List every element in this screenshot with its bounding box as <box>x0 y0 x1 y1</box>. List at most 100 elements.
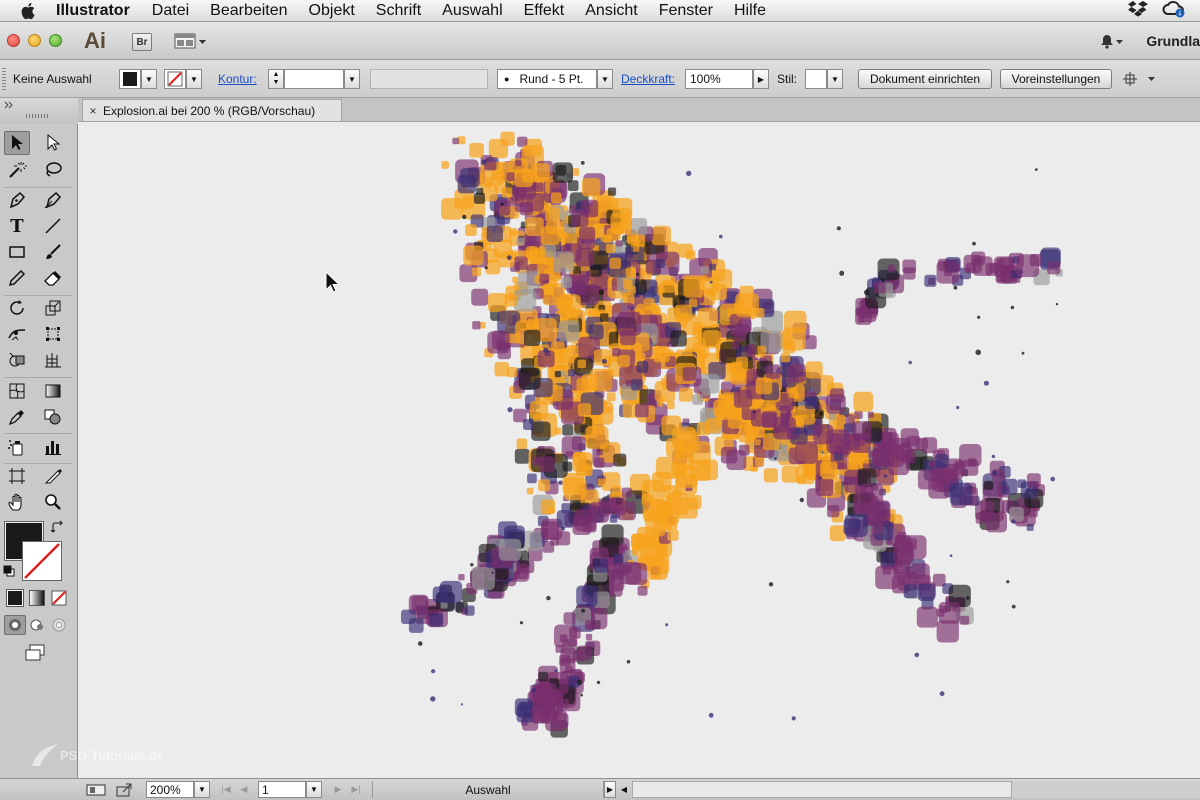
stroke-panel-link[interactable]: Kontur: <box>218 69 257 89</box>
horizontal-scrollbar-thumb[interactable] <box>632 781 1012 798</box>
direct-selection-tool[interactable] <box>40 131 66 155</box>
free-transform-tool[interactable] <box>40 322 66 346</box>
gradient-tool[interactable] <box>40 379 66 403</box>
artwork-dot <box>576 679 583 686</box>
tools-panel-handle[interactable] <box>0 98 78 124</box>
artwork-square <box>499 538 522 561</box>
eyedropper-tool[interactable] <box>4 405 30 429</box>
mesh-tool[interactable] <box>4 379 30 403</box>
notification-bell-button[interactable] <box>1098 32 1124 50</box>
window-zoom-button[interactable] <box>49 34 62 47</box>
next-artboard-button[interactable]: ▶ <box>330 781 346 798</box>
pencil-tool[interactable] <box>4 266 30 290</box>
creative-cloud-icon[interactable]: ↓ <box>1162 0 1186 22</box>
none-mode-button[interactable] <box>48 588 70 608</box>
control-bar-grip[interactable] <box>2 68 6 90</box>
fill-dropdown[interactable]: ▼ <box>141 69 157 89</box>
default-colors-button[interactable] <box>3 564 15 577</box>
document-tab[interactable]: × Explosion.ai bei 200 % (RGB/Vorschau) <box>82 99 342 121</box>
lasso-tool[interactable] <box>40 158 66 182</box>
gradient-mode-button[interactable] <box>26 588 48 608</box>
graphic-style-swatch[interactable] <box>805 69 827 89</box>
brush-definition-dropdown[interactable]: ▼ <box>597 69 613 89</box>
view-mode-button[interactable] <box>86 781 110 798</box>
variable-width-profile-dropdown[interactable] <box>370 69 488 89</box>
width-tool[interactable] <box>4 322 30 346</box>
menu-hilfe[interactable]: Hilfe <box>734 2 766 20</box>
menu-ansicht[interactable]: Ansicht <box>585 2 637 20</box>
pen-tool[interactable] <box>4 188 30 212</box>
first-artboard-button[interactable]: |◀ <box>218 781 234 798</box>
horizontal-scrollbar-track[interactable] <box>1012 781 1200 798</box>
previous-artboard-button[interactable]: ◀ <box>236 781 252 798</box>
menu-fenster[interactable]: Fenster <box>659 2 713 20</box>
preferences-button[interactable]: Voreinstellungen <box>1000 69 1112 89</box>
scroll-left-button[interactable]: ◀ <box>618 781 630 798</box>
artboard-canvas[interactable] <box>78 122 1200 778</box>
stroke-weight-input[interactable] <box>284 69 344 89</box>
paintbrush-tool[interactable] <box>40 240 66 264</box>
stroke-weight-dropdown[interactable]: ▼ <box>344 69 360 89</box>
magic-wand-tool[interactable] <box>4 158 30 182</box>
close-tab-icon[interactable]: × <box>83 104 103 118</box>
zoom-level-input[interactable]: 200% <box>146 781 194 798</box>
apple-icon[interactable] <box>16 2 42 20</box>
dropbox-icon[interactable] <box>1128 0 1148 22</box>
color-mode-button[interactable] <box>4 588 26 608</box>
shape-builder-tool[interactable] <box>4 348 30 372</box>
menu-auswahl[interactable]: Auswahl <box>442 2 502 20</box>
menu-objekt[interactable]: Objekt <box>309 2 355 20</box>
column-graph-tool[interactable] <box>40 435 66 459</box>
document-setup-button[interactable]: Dokument einrichten <box>858 69 992 89</box>
share-button[interactable] <box>116 781 140 798</box>
brush-definition-field[interactable]: ● Rund - 5 Pt. <box>497 69 597 89</box>
artwork-dot <box>768 582 774 587</box>
menu-effekt[interactable]: Effekt <box>524 2 565 20</box>
change-screen-mode-button[interactable] <box>22 642 48 664</box>
symbol-sprayer-tool[interactable] <box>4 435 30 459</box>
rectangle-tool[interactable] <box>4 240 30 264</box>
graphic-style-dropdown[interactable]: ▼ <box>827 69 843 89</box>
draw-behind-button[interactable] <box>26 615 48 635</box>
opacity-panel-link[interactable]: Deckkraft: <box>621 69 675 89</box>
hand-tool[interactable] <box>4 490 30 514</box>
type-tool[interactable]: T <box>4 214 30 238</box>
zoom-tool[interactable] <box>40 490 66 514</box>
bridge-button[interactable]: Br <box>132 33 152 51</box>
draw-normal-button[interactable] <box>4 615 26 635</box>
curvature-pen-tool[interactable] <box>40 188 66 212</box>
stroke-color-swatch[interactable] <box>164 69 186 89</box>
scale-tool[interactable] <box>40 296 66 320</box>
stroke-dropdown[interactable]: ▼ <box>186 69 202 89</box>
selection-tool[interactable] <box>4 131 30 155</box>
fill-color-swatch[interactable] <box>119 69 141 89</box>
line-segment-tool[interactable] <box>40 214 66 238</box>
menu-schrift[interactable]: Schrift <box>376 2 421 20</box>
rotate-tool[interactable] <box>4 296 30 320</box>
stroke-weight-stepper[interactable]: ▲ ▼ <box>268 69 284 89</box>
menu-datei[interactable]: Datei <box>152 2 189 20</box>
last-artboard-button[interactable]: ▶| <box>348 781 364 798</box>
eraser-tool[interactable] <box>40 266 66 290</box>
opacity-input[interactable]: 100% <box>685 69 753 89</box>
artboard-tool[interactable] <box>4 464 30 488</box>
workspace-switcher[interactable]: Grundla <box>1146 33 1200 49</box>
menu-bearbeiten[interactable]: Bearbeiten <box>210 2 287 20</box>
artwork-dot <box>531 687 536 693</box>
app-name-menu[interactable]: Illustrator <box>56 2 130 20</box>
perspective-grid-tool[interactable] <box>40 348 66 372</box>
stroke-swatch[interactable] <box>22 541 62 581</box>
artboard-number-input[interactable]: 1 <box>258 781 306 798</box>
window-minimize-button[interactable] <box>28 34 41 47</box>
opacity-slider-button[interactable]: ▶ <box>753 69 769 89</box>
blend-tool[interactable] <box>40 405 66 429</box>
draw-inside-button[interactable] <box>48 615 70 635</box>
arrange-objects-button[interactable] <box>1122 69 1158 89</box>
zoom-level-dropdown[interactable]: ▼ <box>194 781 210 798</box>
window-close-button[interactable] <box>7 34 20 47</box>
swap-fill-stroke-button[interactable] <box>50 520 64 534</box>
slice-tool[interactable] <box>40 464 66 488</box>
status-menu-button[interactable]: ▶ <box>604 781 616 798</box>
artboard-number-dropdown[interactable]: ▼ <box>306 781 322 798</box>
arrange-documents-button[interactable] <box>174 32 208 50</box>
